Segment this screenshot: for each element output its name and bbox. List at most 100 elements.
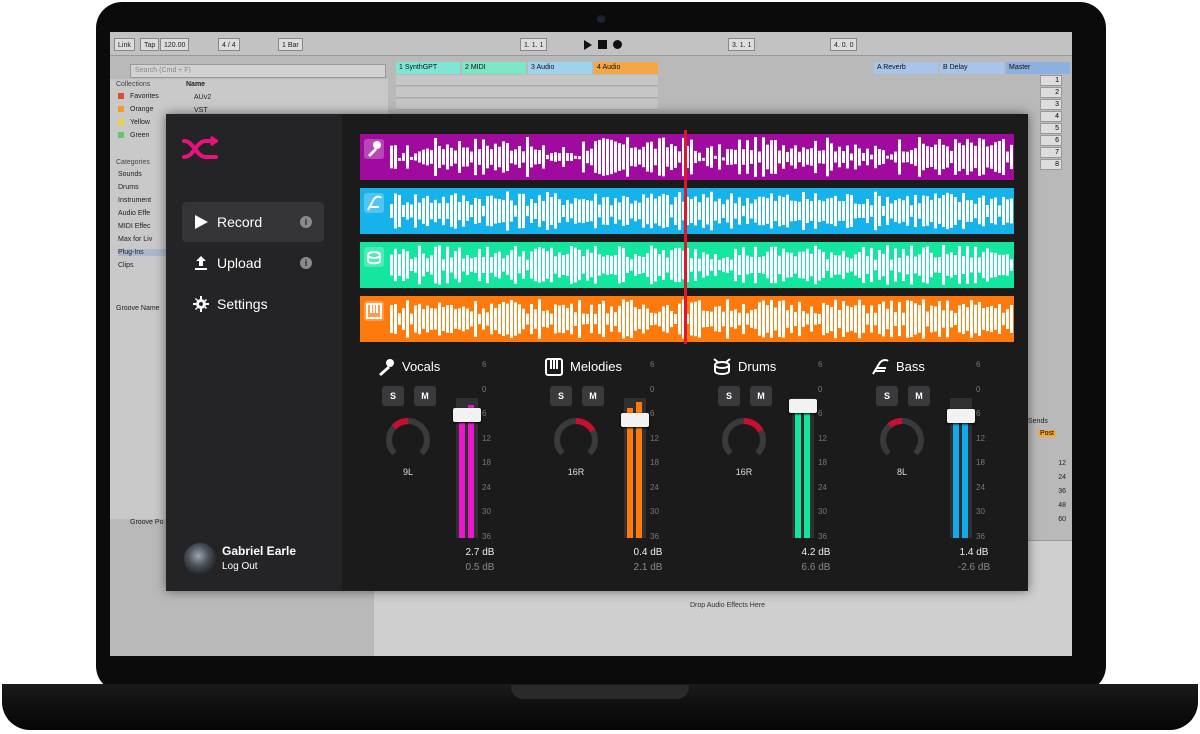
scene-number[interactable]: 7: [1040, 147, 1062, 158]
clip-slot-row[interactable]: [396, 87, 658, 98]
tap-button[interactable]: Tap: [140, 38, 160, 51]
scene-number[interactable]: 3: [1040, 99, 1062, 110]
tempo-field[interactable]: 120.00: [160, 38, 190, 51]
category-item[interactable]: Instrument: [118, 197, 151, 204]
clip-slot-row[interactable]: [396, 75, 658, 86]
collection-favorites[interactable]: Favorites: [118, 93, 159, 100]
waveform-bar: [602, 197, 605, 225]
category-item[interactable]: Sounds: [118, 171, 142, 178]
groove-pool-label[interactable]: Groove Po: [130, 519, 163, 526]
waveform-bar: [890, 154, 893, 160]
waveform-bar: [902, 200, 905, 222]
nav-upload[interactable]: Upload i: [182, 243, 324, 283]
solo-button[interactable]: S: [382, 386, 404, 406]
scene-number[interactable]: 1: [1040, 75, 1062, 86]
browser-search[interactable]: Search (Cmd + F): [130, 64, 386, 78]
waveform-lane-bass[interactable]: [360, 296, 1014, 342]
file-item[interactable]: AUv2: [194, 94, 211, 101]
scale-tick: 36: [482, 531, 491, 541]
collection-green[interactable]: Green: [118, 132, 149, 139]
category-item[interactable]: Drums: [118, 184, 139, 191]
waveform-bar: [402, 308, 405, 330]
loop-start-field[interactable]: 3. 1. 1: [728, 38, 756, 51]
waveform-bar: [550, 196, 553, 226]
info-icon[interactable]: i: [300, 216, 312, 228]
name-column-header[interactable]: Name: [186, 81, 205, 88]
pan-knob[interactable]: [720, 416, 768, 464]
waveform-lane-drums[interactable]: [360, 242, 1014, 288]
file-item[interactable]: VST: [194, 107, 208, 114]
waveform-bar: [522, 251, 525, 279]
mute-button[interactable]: M: [582, 386, 604, 406]
category-item[interactable]: Plug-Ins: [118, 249, 168, 256]
track-header[interactable]: A Reverb: [874, 62, 938, 74]
collection-yellow[interactable]: Yellow: [118, 119, 150, 126]
position-field[interactable]: 1. 1. 1: [520, 38, 548, 51]
track-header[interactable]: 4 Audio: [594, 62, 658, 74]
waveform-bar: [746, 197, 749, 225]
volume-fader[interactable]: [453, 407, 481, 422]
track-header[interactable]: B Delay: [940, 62, 1004, 74]
solo-button[interactable]: S: [876, 386, 898, 406]
pan-value: 9L: [402, 467, 413, 477]
waveform-bar: [886, 197, 889, 225]
nav-record[interactable]: Record i: [182, 202, 324, 242]
scene-number[interactable]: 6: [1040, 135, 1062, 146]
scene-number[interactable]: 4: [1040, 111, 1062, 122]
logout-button[interactable]: Log Out: [222, 561, 258, 572]
category-item[interactable]: Max for Liv: [118, 236, 152, 243]
volume-fader[interactable]: [621, 413, 649, 428]
waveform-bar: [514, 205, 517, 217]
signature-field[interactable]: 4 / 4: [218, 38, 240, 51]
volume-fader[interactable]: [947, 409, 975, 424]
info-icon[interactable]: i: [300, 257, 312, 269]
loop-length-field[interactable]: 4. 0. 0: [830, 38, 858, 51]
category-item[interactable]: MIDI Effec: [118, 223, 151, 230]
waveform-bar: [470, 258, 473, 272]
mute-button[interactable]: M: [414, 386, 436, 406]
waveform-bar: [846, 305, 849, 333]
mute-button[interactable]: M: [750, 386, 772, 406]
waveform-lane-vocals[interactable]: [360, 134, 1014, 180]
track-header[interactable]: 2 MIDI: [462, 62, 526, 74]
track-header[interactable]: 1 SynthGPT: [396, 62, 460, 74]
waveform-lane-melodies[interactable]: [360, 188, 1014, 234]
track-header[interactable]: Master: [1006, 62, 1070, 74]
drum-icon: [364, 247, 384, 267]
stop-icon[interactable]: [598, 40, 607, 49]
pan-knob[interactable]: [878, 416, 926, 464]
category-item[interactable]: Audio Effe: [118, 210, 150, 217]
waveform-bar: [610, 139, 613, 175]
scene-number[interactable]: 5: [1040, 123, 1062, 134]
category-item[interactable]: Clips: [118, 262, 134, 269]
play-icon[interactable]: [584, 40, 592, 50]
quantize-select[interactable]: 1 Bar: [278, 38, 303, 51]
waveform-bar: [770, 140, 773, 174]
record-dot-icon[interactable]: [613, 40, 622, 49]
pan-knob[interactable]: [384, 416, 432, 464]
waveform-bar: [774, 246, 777, 284]
solo-button[interactable]: S: [718, 386, 740, 406]
track-header[interactable]: 3 Audio: [528, 62, 592, 74]
waveform-bar: [870, 154, 873, 160]
volume-fader[interactable]: [789, 399, 817, 414]
link-button[interactable]: Link: [114, 38, 135, 51]
waveform-bar: [942, 194, 945, 228]
solo-button[interactable]: S: [550, 386, 572, 406]
waveform-bar: [806, 248, 809, 282]
nav-settings[interactable]: Settings: [182, 284, 324, 324]
playhead[interactable]: [684, 130, 687, 344]
waveform-bar: [866, 313, 869, 325]
pan-knob[interactable]: [552, 416, 600, 464]
waveform-bar: [454, 193, 457, 229]
avatar[interactable]: [184, 543, 216, 575]
mute-button[interactable]: M: [908, 386, 930, 406]
waveform-bar: [534, 248, 537, 282]
scale-tick: 30: [482, 507, 491, 516]
scene-number[interactable]: 2: [1040, 87, 1062, 98]
collection-orange[interactable]: Orange: [118, 106, 153, 113]
post-button[interactable]: Post: [1038, 430, 1057, 437]
scene-number[interactable]: 8: [1040, 159, 1062, 170]
nav-label: Record: [217, 214, 263, 230]
clip-slot-row[interactable]: [396, 99, 658, 110]
